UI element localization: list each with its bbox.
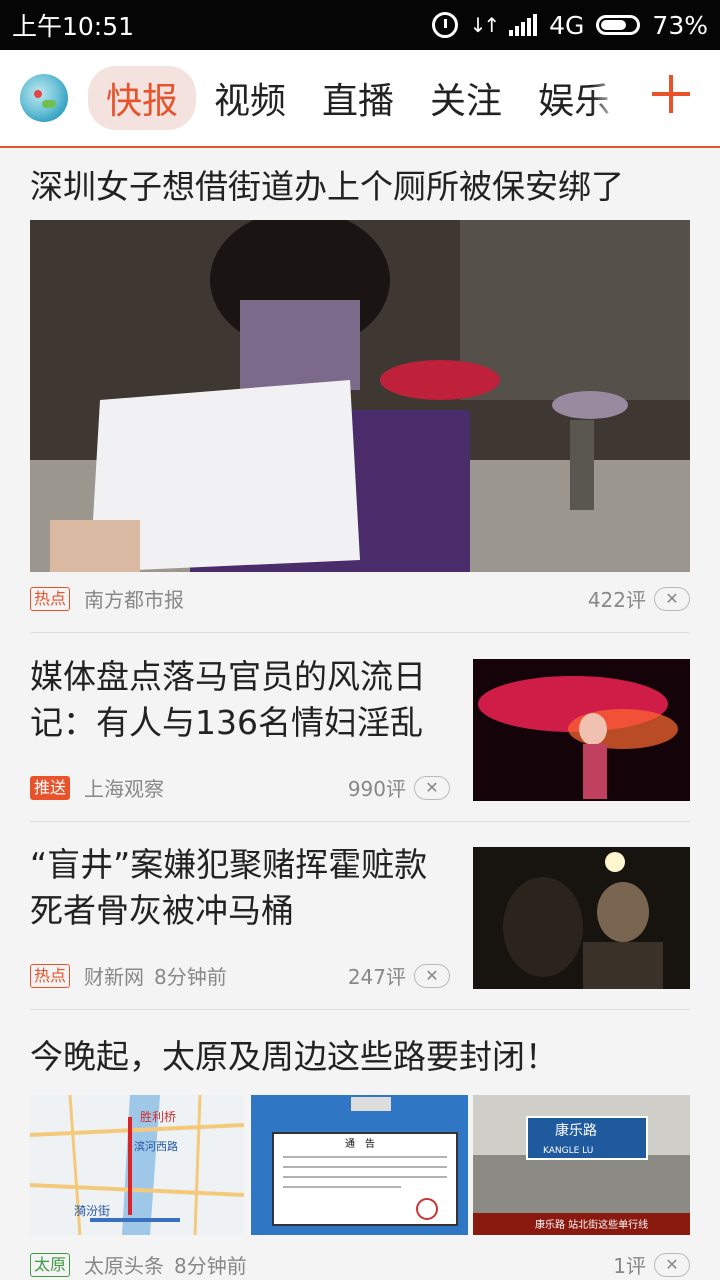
divider (30, 632, 690, 633)
divider (30, 821, 690, 822)
news-title: “盲井”案嫌犯聚赌挥霍赃款死者骨灰被冲马桶 (30, 845, 428, 930)
street-sign-pinyin: KANGLE LU (543, 1146, 593, 1156)
comment-count[interactable]: 1评 (613, 1250, 646, 1279)
map-image: 胜利桥 滨河西路 漪汾街 (30, 1095, 244, 1235)
close-icon: ✕ (425, 778, 439, 797)
street-sign-image: 康乐路 KANGLE LU 康乐路 站北街这些单行线 (473, 1095, 690, 1235)
news-item[interactable]: 今晚起，太原及周边这些路要封闭！ (30, 1034, 690, 1080)
news-source[interactable]: 上海观察 (84, 773, 164, 802)
news-title: 媒体盘点落马官员的风流日记：有人与136名情妇淫乱 (30, 657, 426, 742)
tab-follow[interactable]: 关注 (412, 66, 520, 130)
news-meta: 热点 财新网 8分钟前 247评 ✕ (30, 961, 450, 990)
status-bar: 上午10:51 ↓↑ 4G 73% (0, 0, 720, 50)
photo-miner (473, 847, 690, 989)
close-icon: ✕ (425, 966, 439, 985)
news-thumbnail (473, 659, 690, 801)
divider (30, 1009, 690, 1010)
hot-tag: 热点 (30, 963, 71, 988)
alarm-icon (431, 12, 458, 38)
top-nav: 快报 视频 直播 关注 娱乐 (0, 50, 720, 148)
street-sign-name: 康乐路 (555, 1122, 597, 1139)
news-image-map: 胜利桥 滨河西路 漪汾街 (30, 1095, 244, 1235)
news-image-notice: 通 告 (251, 1095, 468, 1235)
tab-live[interactable]: 直播 (304, 66, 412, 130)
comment-count[interactable]: 990评 (348, 773, 406, 802)
map-label-binhexilu: 滨河西路 (134, 1139, 178, 1153)
battery-percent: 73% (652, 10, 708, 40)
data-transfer-icon: ↓↑ (469, 13, 500, 37)
battery-icon (596, 15, 641, 35)
news-thumbnail (473, 847, 690, 989)
close-icon: ✕ (665, 589, 679, 608)
tabs-fade (592, 50, 620, 146)
news-meta: 推送 上海观察 990评 ✕ (30, 773, 450, 802)
channel-tabs: 快报 视频 直播 关注 娱乐 (88, 66, 628, 130)
tab-kuaibao[interactable]: 快报 (88, 66, 197, 130)
photo-woman-with-letter (30, 220, 690, 572)
push-tag: 推送 (30, 775, 71, 800)
status-time: 上午10:51 (12, 12, 135, 41)
news-item[interactable]: 媒体盘点落马官员的风流日记：有人与136名情妇淫乱 (30, 654, 450, 746)
news-time: 8分钟前 (154, 965, 227, 989)
dismiss-button[interactable]: ✕ (654, 586, 690, 611)
user-avatar[interactable] (20, 74, 68, 122)
news-meta: 热点 南方都市报 422评 ✕ (30, 584, 690, 613)
news-image (30, 220, 690, 572)
comment-count[interactable]: 247评 (348, 961, 406, 990)
tab-video[interactable]: 视频 (196, 66, 304, 130)
news-feed[interactable]: 深圳女子想借街道办上个厕所被保安绑了 热点 南方都市报 422评 ✕ 媒体盘点落… (0, 148, 720, 1280)
close-icon: ✕ (665, 1255, 679, 1274)
dismiss-button[interactable]: ✕ (654, 1252, 690, 1277)
comment-count[interactable]: 422评 (588, 584, 646, 613)
news-title: 深圳女子想借街道办上个厕所被保安绑了 (30, 167, 624, 206)
signal-icon (509, 14, 538, 36)
network-type: 4G (549, 10, 585, 40)
hot-tag: 热点 (30, 586, 71, 611)
dismiss-button[interactable]: ✕ (414, 775, 450, 800)
news-source[interactable]: 财新网 (84, 961, 144, 990)
notice-sign-image: 通 告 (251, 1095, 468, 1235)
news-meta: 太原 太原头条 8分钟前 1评 ✕ (30, 1250, 690, 1279)
news-source[interactable]: 南方都市报 (84, 584, 184, 613)
map-label-shenglijiao: 胜利桥 (140, 1109, 176, 1124)
plus-icon[interactable] (652, 75, 690, 113)
location-tag: 太原 (30, 1252, 71, 1277)
news-image-street: 康乐路 KANGLE LU 康乐路 站北街这些单行线 (473, 1095, 690, 1235)
news-item[interactable]: “盲井”案嫌犯聚赌挥霍赃款死者骨灰被冲马桶 (30, 842, 450, 934)
map-label-yifenjie: 漪汾街 (74, 1204, 110, 1218)
news-title: 今晚起，太原及周边这些路要封闭！ (30, 1037, 558, 1076)
news-time: 8分钟前 (174, 1254, 247, 1278)
notice-title: 通 告 (345, 1137, 375, 1150)
news-source[interactable]: 太原头条 (84, 1250, 164, 1279)
street-caption: 康乐路 站北街这些单行线 (535, 1218, 648, 1231)
photo-stage-performer (473, 659, 690, 801)
news-item[interactable]: 深圳女子想借街道办上个厕所被保安绑了 (30, 164, 690, 210)
dismiss-button[interactable]: ✕ (414, 963, 450, 988)
